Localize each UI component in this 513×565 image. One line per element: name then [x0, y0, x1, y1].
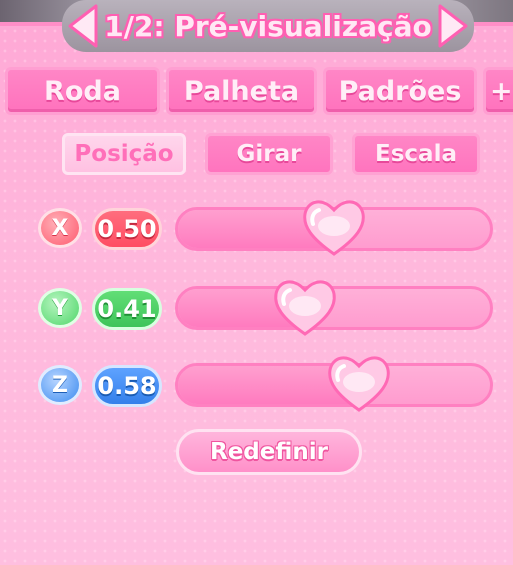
z-value-field[interactable]: 0.58 [92, 365, 162, 407]
axis-y-label: Y [52, 295, 68, 321]
x-value-field[interactable]: 0.50 [92, 208, 162, 250]
heart-icon[interactable] [301, 196, 367, 258]
y-value-field[interactable]: 0.41 [92, 288, 162, 330]
chevron-right-icon [438, 4, 468, 48]
tab-more[interactable]: + [483, 67, 513, 115]
tab-label: + [490, 75, 513, 107]
axis-z-label: Z [52, 372, 68, 398]
heart-icon[interactable] [272, 276, 338, 338]
axis-z-badge: Z [38, 365, 82, 405]
reset-button[interactable]: Redefinir [176, 429, 362, 475]
page-title: 1/2: Pré-visualização [104, 9, 432, 43]
subtab-label: Escala [375, 141, 457, 167]
y-value: 0.41 [97, 295, 157, 323]
axis-x-badge: X [38, 208, 82, 248]
axis-y-badge: Y [38, 288, 82, 328]
subtab-posicao[interactable]: Posição [62, 133, 186, 175]
tab-padroes[interactable]: Padrões [323, 67, 477, 115]
x-value: 0.50 [97, 215, 157, 243]
heart-icon[interactable] [326, 352, 392, 414]
subtab-girar[interactable]: Girar [205, 133, 333, 175]
tab-label: Padrões [338, 75, 462, 107]
chevron-left-icon [68, 4, 98, 48]
subtab-escala[interactable]: Escala [352, 133, 480, 175]
tab-roda[interactable]: Roda [5, 67, 160, 115]
tab-label: Roda [44, 75, 121, 107]
subtab-label: Girar [236, 141, 302, 167]
subtab-label: Posição [74, 141, 174, 167]
title-bar: 1/2: Pré-visualização [62, 0, 474, 52]
tab-label: Palheta [183, 75, 300, 107]
next-page-button[interactable] [436, 2, 470, 50]
axis-x-label: X [51, 215, 69, 241]
prev-page-button[interactable] [66, 2, 100, 50]
z-value: 0.58 [97, 372, 157, 400]
reset-label: Redefinir [209, 439, 329, 465]
tab-palheta[interactable]: Palheta [166, 67, 317, 115]
